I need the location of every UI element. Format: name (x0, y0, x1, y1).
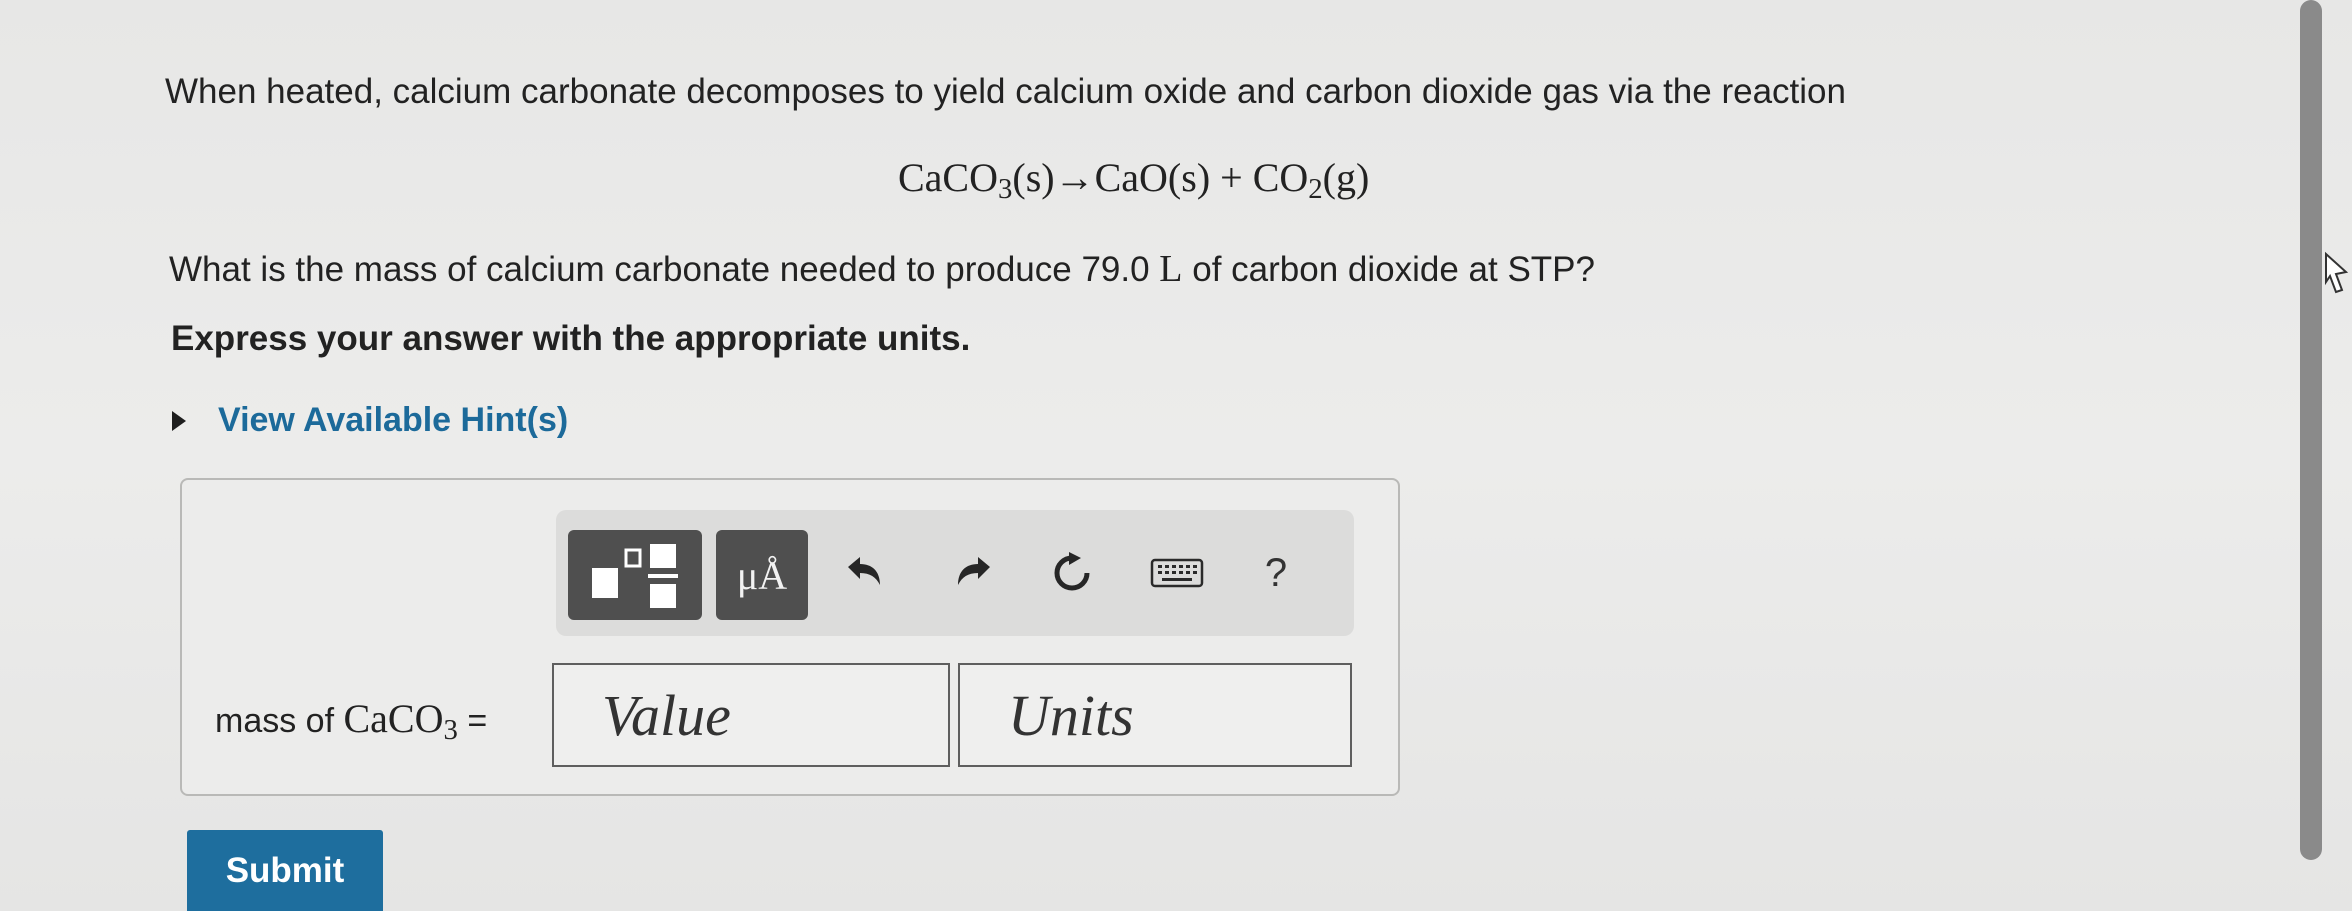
answer-instruction: Express your answer with the appropriate… (171, 319, 971, 358)
reaction-equation: CaCO3(s)→CaO(s) + CO2(g) (898, 154, 1369, 206)
view-hints-link[interactable]: View Available Hint(s) (172, 401, 568, 440)
reset-button[interactable] (1042, 538, 1102, 608)
units-button[interactable]: μÅ (716, 530, 808, 620)
templates-button[interactable] (568, 530, 702, 620)
equation-end: (g) (1322, 155, 1370, 200)
redo-icon (958, 557, 990, 585)
question-prefix: What is the mass of calcium carbonate ne… (169, 250, 1160, 289)
templates-icon (592, 544, 678, 608)
value-input[interactable]: Value (552, 663, 950, 767)
answer-label-equals: = (457, 702, 488, 740)
answer-label-formula-main: CaCO (343, 696, 444, 741)
units-input[interactable]: Units (958, 663, 1352, 767)
question-unit: L (1159, 248, 1183, 290)
math-toolbar: μÅ ? (556, 510, 1354, 636)
answer-label-formula: CaCO3 (343, 696, 457, 746)
help-button[interactable]: ? (1246, 538, 1306, 608)
equation-co2-subscript: 2 (1308, 173, 1323, 206)
keyboard-icon (1150, 558, 1204, 588)
problem-intro: When heated, calcium carbonate decompose… (165, 72, 1846, 111)
problem-page: When heated, calcium carbonate decompose… (0, 0, 2352, 911)
answer-label-formula-subscript: 3 (443, 714, 458, 747)
question-suffix: of carbon dioxide at STP? (1182, 250, 1595, 289)
equation-caco3: CaCO (898, 155, 998, 200)
undo-button[interactable] (834, 538, 894, 608)
page-scrollbar[interactable] (2300, 0, 2322, 860)
equation-caco3-subscript: 3 (998, 173, 1013, 206)
view-hints-label: View Available Hint(s) (218, 401, 569, 439)
redo-button[interactable] (944, 538, 1004, 608)
equation-middle: (s)→CaO(s) + CO (1012, 155, 1309, 200)
keyboard-button[interactable] (1142, 538, 1212, 608)
undo-icon (848, 557, 880, 585)
reset-icon (1054, 552, 1090, 591)
cursor-icon (2325, 251, 2349, 294)
question-text: What is the mass of calcium carbonate ne… (169, 247, 1595, 291)
submit-button[interactable]: Submit (187, 830, 383, 911)
answer-label: mass of CaCO3 = (215, 695, 487, 747)
answer-label-prefix: mass of (215, 702, 344, 740)
expand-triangle-icon (172, 410, 186, 431)
